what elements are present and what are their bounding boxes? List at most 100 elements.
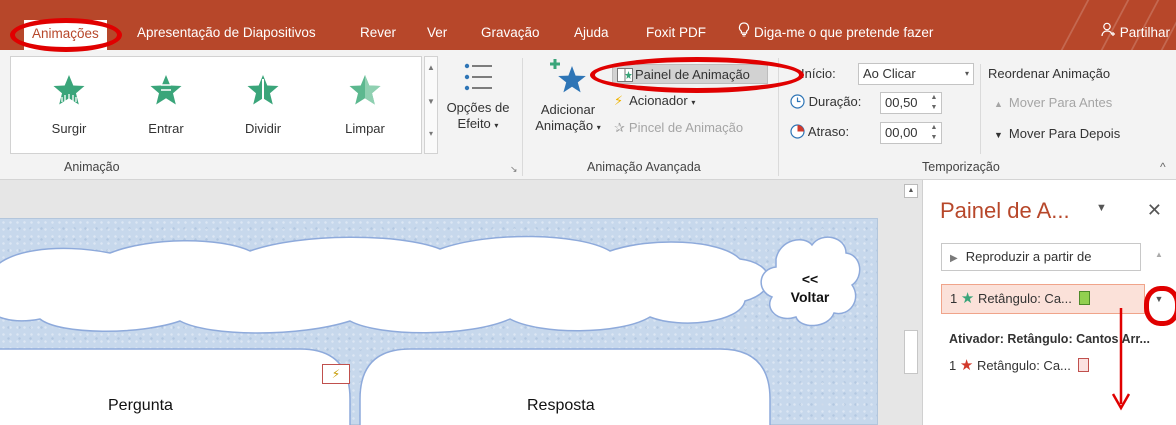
dropdown-caret-icon: ▾	[964, 69, 969, 78]
answer-label: Resposta	[527, 397, 595, 414]
star-appear-icon	[53, 75, 85, 105]
delay-row: Atraso:	[790, 122, 849, 142]
add-animation-label-line1: Adicionar	[540, 102, 596, 117]
lightbulb-icon	[738, 22, 750, 44]
effect-wipe[interactable]: Limpar	[325, 57, 405, 153]
duration-input[interactable]: 00,50 ▲ ▼	[880, 92, 942, 114]
effect-options-label-line2: Efeito	[457, 116, 491, 131]
delay-spinner[interactable]: ▲ ▼	[927, 123, 941, 143]
reorder-animation-label: Reordenar Animação	[988, 66, 1111, 81]
delay-input[interactable]: 00,00 ▲ ▼	[880, 122, 942, 144]
duration-spinner[interactable]: ▲ ▼	[927, 93, 941, 113]
entrance-star-icon: ★	[960, 290, 975, 307]
pane-options-caret-icon[interactable]: ▼	[1096, 202, 1107, 214]
item-dropdown-arrow-icon[interactable]: ▼	[1148, 288, 1170, 310]
cloud-shape	[0, 235, 770, 334]
tab-animations[interactable]: Animações	[24, 20, 107, 50]
scroll-thumb[interactable]	[904, 330, 918, 374]
start-value: Ao Clicar	[863, 66, 916, 81]
effect-fly-in[interactable]: Entrar	[126, 57, 206, 153]
effect-options-label-line1: Opções de	[446, 100, 510, 115]
tab-view[interactable]: Ver	[427, 22, 447, 46]
close-icon[interactable]: ✕	[1147, 200, 1162, 221]
share-button[interactable]: Partilhar	[1101, 22, 1170, 40]
animation-pane-title: Painel de A...	[940, 198, 1070, 223]
move-later-button[interactable]: ▼ Mover Para Depois	[994, 124, 1120, 144]
pane-scroll-up-icon[interactable]: ▲	[1155, 250, 1163, 259]
move-later-label: Mover Para Depois	[1008, 126, 1121, 141]
start-dropdown[interactable]: Ao Clicar ▾	[858, 63, 974, 85]
tell-me-label: Diga-me o que pretende fazer	[754, 25, 934, 40]
play-from-button[interactable]: ▶ Reproduzir a partir de	[941, 243, 1141, 271]
collapse-ribbon-icon[interactable]: ^	[1160, 160, 1166, 174]
timeline-bar-green	[1078, 291, 1090, 305]
effect-appear-label: Surgir	[51, 121, 87, 136]
back-button-line2[interactable]: Voltar	[780, 289, 840, 305]
back-button-line1[interactable]: <<	[792, 271, 828, 287]
tab-help[interactable]: Ajuda	[574, 22, 609, 46]
animation-painter-button[interactable]: ✰ Pincel de Animação	[614, 118, 743, 138]
animation-pane-icon	[617, 68, 633, 88]
group-separator	[778, 58, 779, 176]
tab-recording[interactable]: Gravação	[481, 22, 540, 46]
delay-clock-icon	[790, 124, 808, 139]
trigger-button[interactable]: ⚡ Acionador ▾	[614, 91, 695, 111]
gallery-scroll-up-icon[interactable]: ▲	[425, 63, 437, 72]
start-label: Início:	[801, 66, 836, 81]
tab-foxit-pdf[interactable]: Foxit PDF	[646, 22, 706, 46]
gallery-scrollbar[interactable]: ▲ ▼ ▾	[424, 56, 438, 154]
item-target-label: Retângulo: Ca...	[977, 291, 1072, 306]
tab-slideshow[interactable]: Apresentação de Diapositivos	[137, 22, 316, 46]
move-earlier-label: Mover Para Antes	[1008, 95, 1113, 110]
effect-options-icon	[464, 63, 492, 91]
slide-editing-area: << Voltar Pergunta Resposta	[0, 180, 900, 425]
animation-group-label: Animação	[64, 160, 120, 174]
effect-options-button[interactable]: Opções de Efeito ▾	[442, 56, 514, 156]
animation-gallery: Surgir Entrar Dividir Limpar	[10, 56, 422, 154]
delay-label: Atraso:	[807, 124, 850, 139]
trigger-indicator-icon[interactable]: ⚡	[322, 364, 350, 384]
item-order-number: 1	[949, 358, 957, 373]
dropdown-caret-icon: ▾	[596, 123, 601, 132]
slide-shapes	[0, 235, 861, 425]
animation-list-item-triggered[interactable]: 1 ★ Retângulo: Ca...	[949, 356, 1089, 374]
tab-review[interactable]: Rever	[360, 22, 396, 46]
ribbon-tab-bar: Animações Apresentação de Diapositivos R…	[0, 0, 1176, 50]
lightning-icon: ⚡	[614, 93, 624, 108]
person-add-icon	[1101, 22, 1116, 40]
duration-label: Duração:	[808, 94, 862, 109]
animation-painter-label: Pincel de Animação	[628, 120, 744, 135]
timing-separator	[980, 64, 981, 154]
effect-wipe-label: Limpar	[345, 121, 385, 136]
exit-star-icon: ★	[959, 357, 974, 374]
effect-fly-in-label: Entrar	[148, 121, 184, 136]
animation-pane-label: Painel de Animação	[635, 67, 750, 82]
slide-canvas: << Voltar Pergunta Resposta	[0, 218, 878, 425]
animation-painter-icon: ✰	[614, 120, 625, 135]
dropdown-caret-icon: ▾	[494, 121, 499, 130]
question-label: Pergunta	[108, 397, 173, 414]
animation-pane-button[interactable]: Painel de Animação	[612, 64, 768, 84]
star-split-icon	[247, 75, 279, 105]
play-icon: ▶	[950, 253, 958, 264]
item-order-number: 1	[950, 291, 958, 306]
move-earlier-button[interactable]: ▲ Mover Para Antes	[994, 93, 1112, 113]
question-box-shape	[0, 348, 351, 425]
tell-me-search[interactable]: Diga-me o que pretende fazer	[738, 22, 933, 46]
add-animation-label-line2: Animação	[535, 118, 594, 133]
effect-appear[interactable]: Surgir	[29, 57, 109, 153]
effect-split-label: Dividir	[244, 121, 282, 136]
scroll-up-icon[interactable]: ▲	[904, 184, 918, 198]
item-target-label: Retângulo: Ca...	[976, 358, 1071, 373]
duration-value: 00,50	[885, 95, 918, 110]
add-animation-star-icon	[550, 59, 586, 93]
gallery-scroll-down-icon[interactable]: ▼	[425, 97, 437, 106]
dialog-launcher-icon[interactable]: ↘	[510, 164, 518, 175]
arrow-up-icon: ▲	[994, 99, 1003, 109]
gallery-more-icon[interactable]: ▾	[425, 129, 437, 138]
trigger-label: Acionador	[629, 93, 688, 108]
effect-split[interactable]: Dividir	[223, 57, 303, 153]
add-animation-button[interactable]: Adicionar Animação ▾	[528, 56, 608, 156]
slide-vertical-scrollbar[interactable]: ▲	[900, 180, 922, 425]
share-label: Partilhar	[1119, 25, 1170, 40]
